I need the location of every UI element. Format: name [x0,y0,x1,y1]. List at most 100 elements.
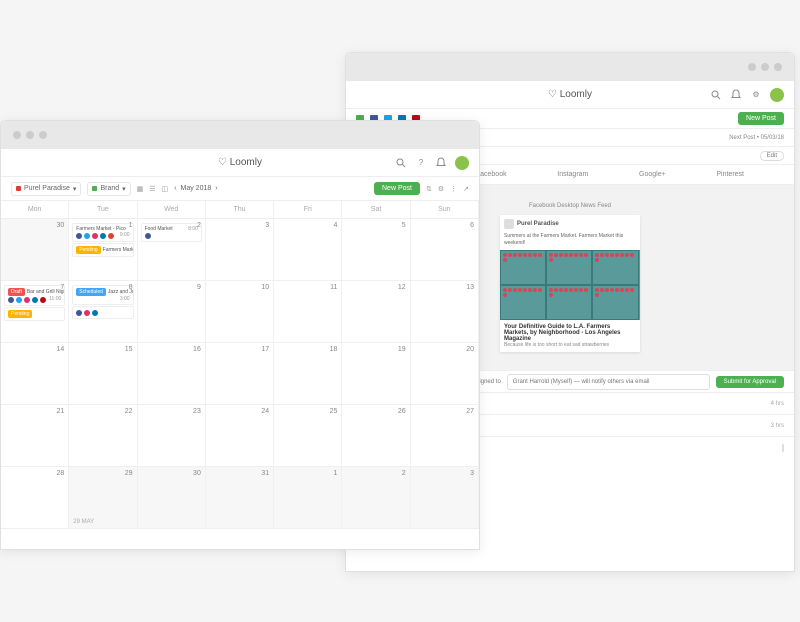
day-header: Sat [342,201,410,218]
search-icon[interactable] [710,89,722,101]
calendar-cell[interactable]: 9 [138,281,206,343]
settings-icon[interactable]: ⚙ [438,185,444,193]
calendar-event[interactable]: PendingFarmers Market - Pico [72,243,133,257]
calendar-cell[interactable]: 26 [342,405,410,467]
calendar-cell[interactable]: 31 [206,467,274,529]
day-number: 1 [129,222,133,229]
post-link-desc: Because life is too short to eat sad str… [504,342,609,348]
filter-icon[interactable]: ⇅ [426,185,432,193]
edit-button[interactable]: Edit [760,151,784,161]
day-number: 4 [334,222,338,229]
tab-pinterest[interactable]: Pinterest [716,171,744,178]
calendar-cell[interactable]: 3 [206,219,274,281]
calendar-cell[interactable]: 28 [1,467,69,529]
post-preview-card: Purel Paradise Summers at the Farmers Ma… [500,215,640,352]
calendar-event[interactable] [72,306,133,319]
calendar-cell[interactable]: 12 [342,281,410,343]
calendar-cell[interactable]: 10 [206,281,274,343]
reply-button[interactable] [782,444,784,452]
calendar-cell[interactable]: 22 [69,405,137,467]
day-number: 22 [125,408,133,415]
day-number: 12 [398,284,406,291]
calendar-cell[interactable]: 24 [206,405,274,467]
ig-icon [84,310,90,316]
calendar-cell[interactable]: 15 [69,343,137,405]
calendar-cell[interactable]: 30 [138,467,206,529]
share-icon[interactable]: ⋮ [450,185,457,193]
calendar-cell[interactable]: 20 [411,343,479,405]
list-view-icon[interactable]: ☰ [149,185,155,193]
user-avatar[interactable] [455,156,469,170]
calendar-event[interactable]: DraftBar and Grill Night11:00 [4,285,65,306]
next-post-link[interactable]: Next Post • 05/03/18 [729,135,784,141]
day-header: Tue [69,201,137,218]
calendar-cell[interactable]: 11 [274,281,342,343]
bell-icon[interactable] [730,89,742,101]
calendar-cell[interactable]: 8ScheduledJazz and Juke Sunset3:00 [69,281,137,343]
day-number: 21 [56,408,64,415]
calendar-cell[interactable]: 16 [138,343,206,405]
tab-instagram[interactable]: Instagram [557,171,588,178]
calendar-event[interactable]: Pending [4,307,65,321]
fb-icon [76,233,82,239]
submit-approval-button[interactable]: Submit for Approval [716,376,784,388]
prev-month-icon[interactable]: ‹ [174,185,176,192]
calendar-cell[interactable]: 6 [411,219,479,281]
new-post-button[interactable]: New Post [738,112,784,125]
calendar-cell[interactable]: 2 [342,467,410,529]
help-icon[interactable]: ? [415,157,427,169]
settings-icon[interactable]: ⚙ [750,89,762,101]
export-icon[interactable]: ↗ [463,185,469,193]
calendar-cell[interactable]: 14 [1,343,69,405]
calendar-cell[interactable]: 1 [274,467,342,529]
calendar-cell[interactable]: 25 [274,405,342,467]
calendar-cell[interactable]: 17 [206,343,274,405]
assignee-select[interactable]: Grant Harrold (Myself) — will notify oth… [507,374,710,390]
calendar-cell[interactable]: 2Food Market8:00 [138,219,206,281]
day-number: 8 [129,284,133,291]
tab-facebook[interactable]: Facebook [476,171,507,178]
day-number: 13 [466,284,474,291]
grid-icon[interactable]: ▦ [137,185,144,193]
calendar-cell[interactable]: 13 [411,281,479,343]
day-number: 28 [56,470,64,477]
feed-icon[interactable]: ◫ [162,185,169,193]
calendar-cell[interactable]: 4 [274,219,342,281]
calendar-cell[interactable]: 23 [138,405,206,467]
day-header: Fri [274,201,342,218]
calendar-cell[interactable]: 18 [274,343,342,405]
day-number: 15 [125,346,133,353]
next-month-icon[interactable]: › [215,185,217,192]
tab-google[interactable]: Google+ [639,171,666,178]
calendar-picker[interactable]: Purel Paradise ▾ [11,182,81,196]
calendar-cell[interactable]: 27 [411,405,479,467]
month-label[interactable]: May 2018 [181,185,212,192]
li-icon [32,297,38,303]
calendar-cell[interactable]: 5 [342,219,410,281]
user-avatar[interactable] [770,88,784,102]
search-icon[interactable] [395,157,407,169]
brand-picker[interactable]: Brand ▾ [87,182,130,196]
calendar-cell[interactable]: 3 [411,467,479,529]
fb-icon [8,297,14,303]
new-post-button[interactable]: New Post [374,182,420,195]
calendar-event[interactable]: ScheduledJazz and Juke Sunset3:00 [72,285,133,305]
day-number: 31 [261,470,269,477]
calendar-cell[interactable]: 21 [1,405,69,467]
calendar-event[interactable]: Farmers Market - Pico9:00 [72,223,133,242]
day-number: 10 [261,284,269,291]
calendar-event[interactable]: Food Market8:00 [141,223,202,242]
day-number: 3 [265,222,269,229]
calendar-cell[interactable]: 7DraftBar and Grill Night11:00Pending [1,281,69,343]
app-logo: ♡ Loomly [548,89,592,100]
calendar-cell[interactable]: 30 [1,219,69,281]
calendar-cell[interactable]: 1Farmers Market - Pico9:00PendingFarmers… [69,219,137,281]
ig-icon [24,297,30,303]
calendar-cell[interactable]: 2929 MAY [69,467,137,529]
day-number: 20 [466,346,474,353]
day-number: 6 [470,222,474,229]
bell-icon[interactable] [435,157,447,169]
calendar-cell[interactable]: 19 [342,343,410,405]
post-image [500,250,640,320]
day-header: Wed [138,201,206,218]
